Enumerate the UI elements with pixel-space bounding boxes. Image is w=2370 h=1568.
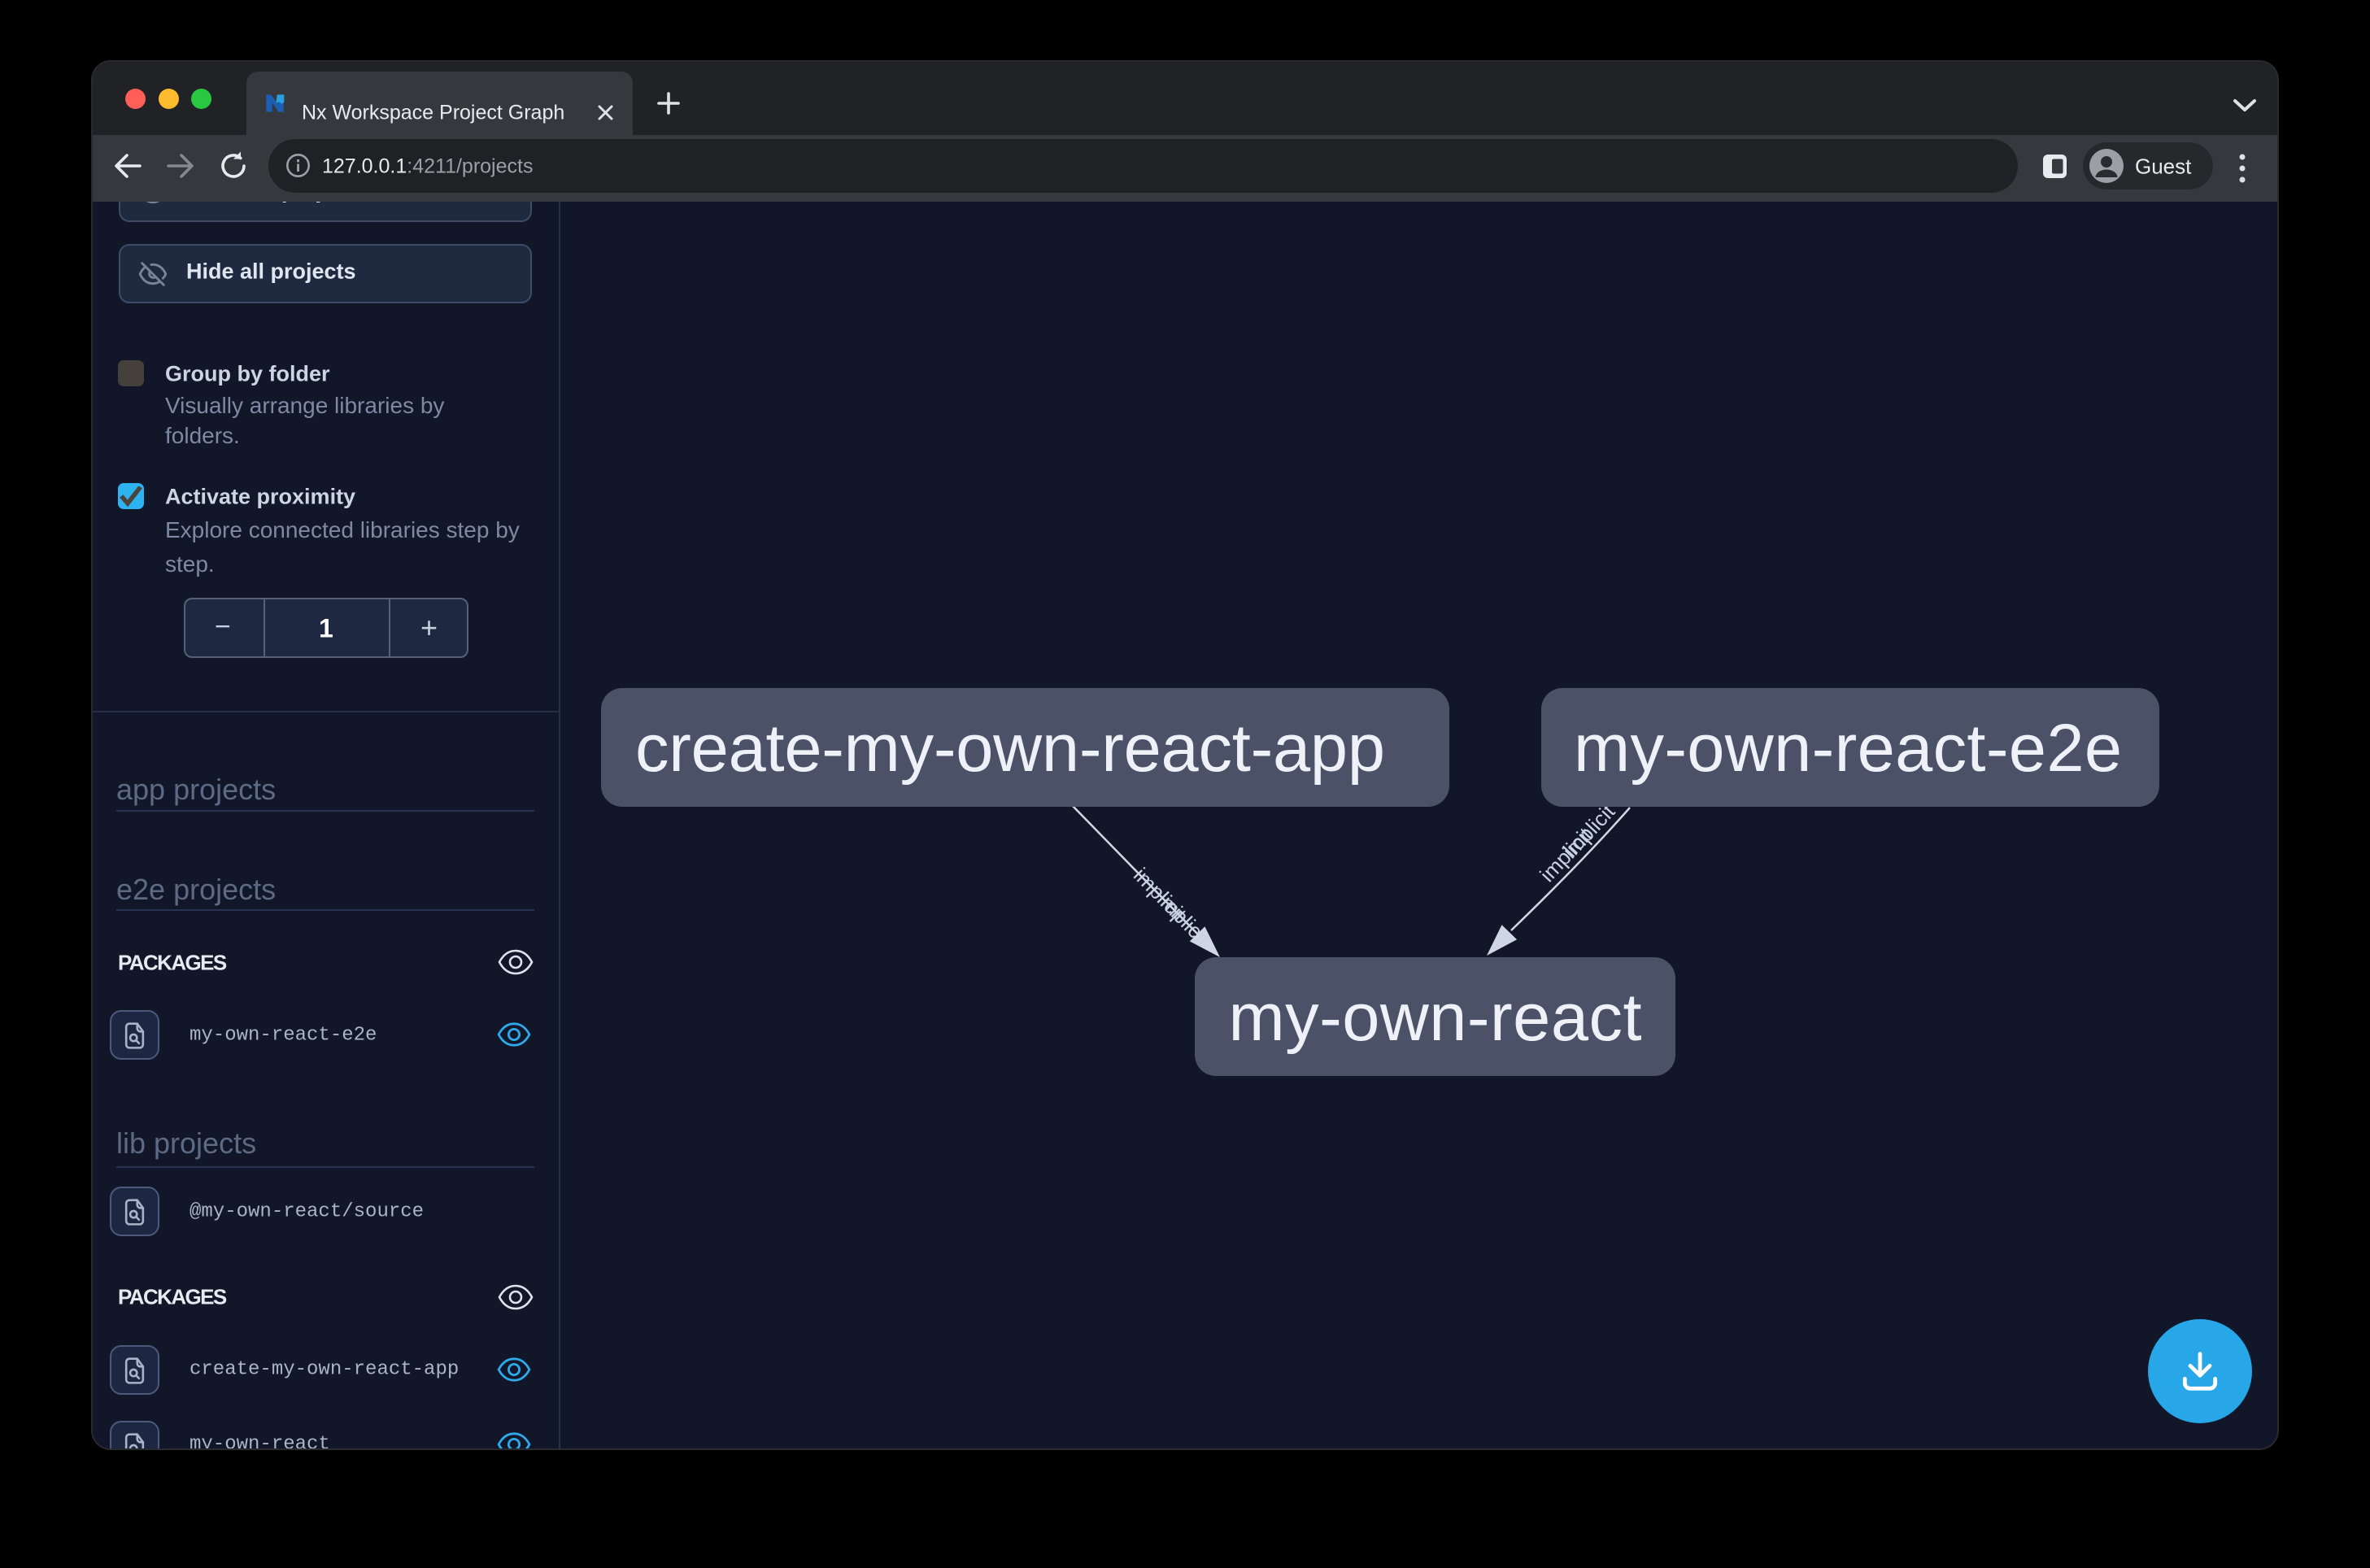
- svg-text:my-own-react: my-own-react: [1229, 979, 1642, 1055]
- svg-text:implicit: implicit: [1152, 887, 1215, 951]
- svg-text:my-own-react-e2e: my-own-react-e2e: [1574, 710, 2122, 786]
- svg-text:create-my-own-react-app: create-my-own-react-app: [635, 710, 1385, 786]
